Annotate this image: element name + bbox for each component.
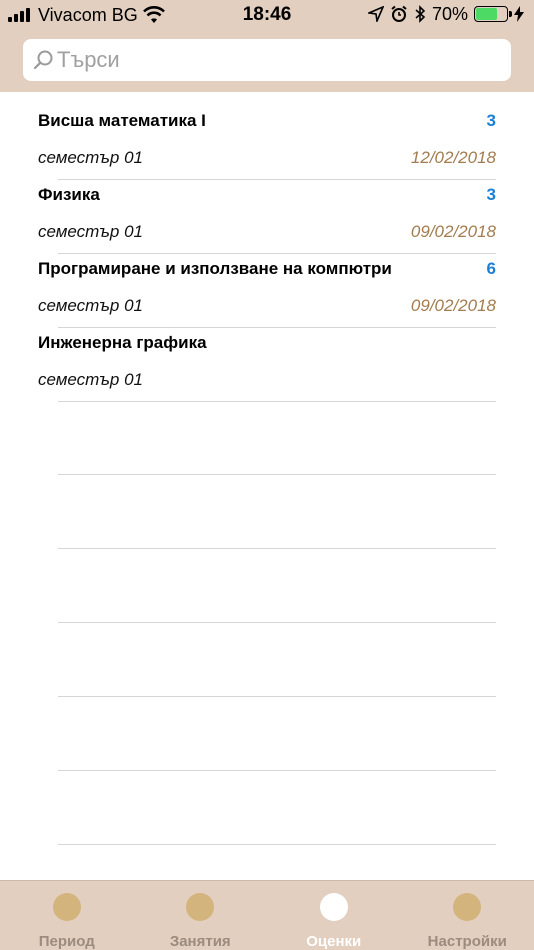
semester-label: семестър 01 — [38, 296, 143, 315]
tab-label: Занятия — [169, 933, 231, 950]
location-icon — [367, 6, 384, 22]
carrier-name: Vivacom BG — [38, 5, 138, 25]
row-divider — [58, 622, 496, 623]
course-detail: семестър 01 — [0, 314, 534, 402]
course-detail: семестър 01 09/02/2018 — [0, 240, 534, 328]
tab-bar: Период Занятия Оценки Настройки — [0, 880, 534, 950]
search-bar — [0, 30, 534, 92]
row-divider — [58, 770, 496, 771]
tab-label: Настройки — [427, 933, 507, 950]
charging-icon — [514, 6, 524, 22]
semester-label: семестър 01 — [38, 148, 143, 167]
tab-period[interactable]: Период — [0, 881, 134, 950]
course-detail: семестър 01 09/02/2018 — [0, 166, 534, 254]
bluetooth-icon — [415, 5, 426, 23]
signal-icon — [8, 8, 30, 22]
search-field[interactable] — [23, 39, 511, 81]
search-icon — [33, 50, 53, 70]
circle-icon — [52, 893, 81, 921]
tab-label: Оценки — [306, 933, 362, 950]
battery-icon — [474, 6, 512, 22]
row-divider — [58, 474, 496, 475]
row-divider — [58, 696, 496, 697]
course-detail: семестър 01 12/02/2018 — [0, 92, 534, 180]
status-bar: Vivacom BG 18:46 70% — [0, 0, 534, 30]
tab-classes[interactable]: Занятия — [134, 881, 268, 950]
tab-settings[interactable]: Настройки — [401, 881, 534, 950]
screen: Vivacom BG 18:46 70% Висша математ — [0, 0, 534, 950]
grade-date: 09/02/2018 — [410, 296, 496, 315]
search-input[interactable] — [57, 47, 497, 73]
semester-label: семестър 01 — [38, 222, 143, 241]
alarm-icon — [391, 5, 407, 22]
semester-label: семестър 01 — [38, 370, 143, 389]
grade-date: 09/02/2018 — [410, 222, 496, 241]
circle-icon — [453, 893, 482, 921]
grade-date: 12/02/2018 — [410, 148, 496, 167]
circle-icon — [319, 893, 348, 921]
circle-icon — [186, 893, 215, 921]
row-divider — [58, 401, 496, 402]
tab-grades[interactable]: Оценки — [267, 881, 401, 950]
row-divider — [58, 548, 496, 549]
battery-percent: 70% — [431, 4, 468, 24]
row-divider — [58, 844, 496, 845]
tab-label: Период — [38, 933, 95, 950]
wifi-icon — [143, 6, 165, 23]
